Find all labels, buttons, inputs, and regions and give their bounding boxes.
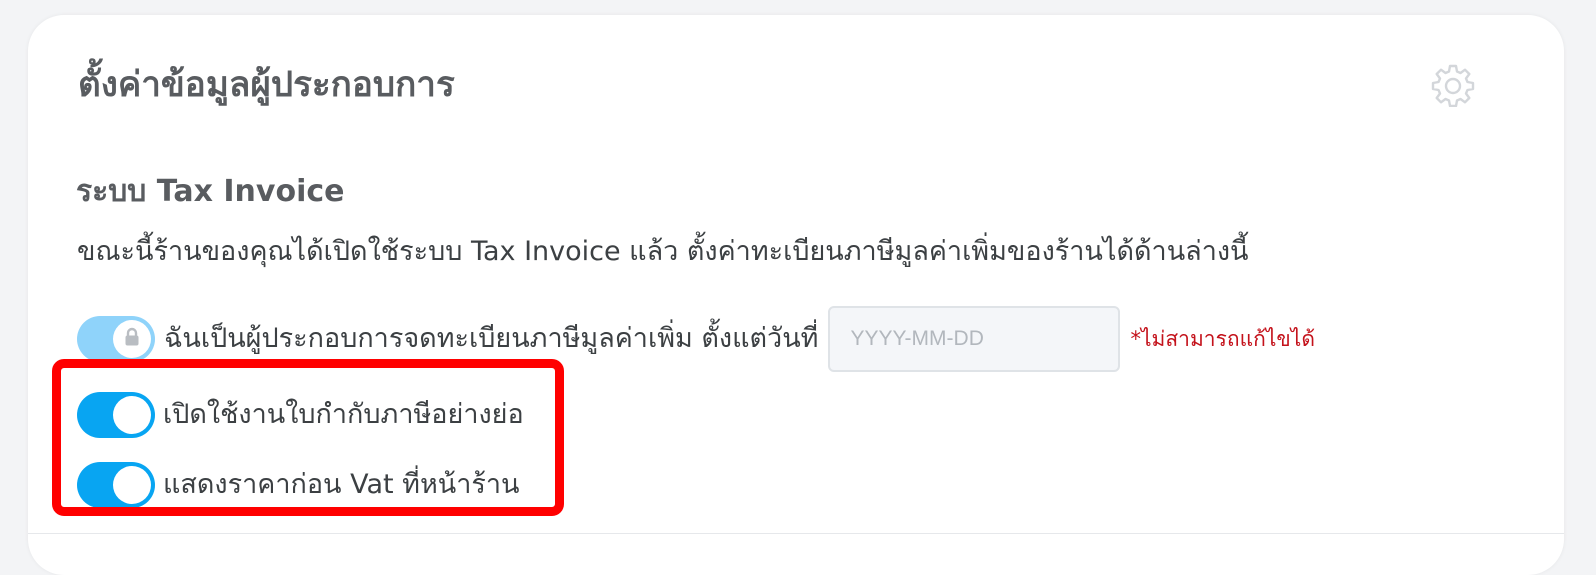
price-before-vat-row: แสดงราคาก่อน Vat ที่หน้าร้าน — [77, 458, 520, 512]
abbreviated-invoice-row: เปิดใช้งานใบกำกับภาษีอย่างย่อ — [77, 388, 524, 442]
not-editable-note: *ไม่สามารถแก้ไขได้ — [1130, 327, 1315, 351]
toggle-knob — [113, 320, 151, 358]
divider — [28, 533, 1564, 534]
business-settings-card: ตั้งค่าข้อมูลผู้ประกอบการ ระบบ Tax Invoi… — [28, 15, 1564, 575]
price-before-vat-label: แสดงราคาก่อน Vat ที่หน้าร้าน — [163, 469, 520, 500]
tax-invoice-description: ขณะนี้ร้านของคุณได้เปิดใช้ระบบ Tax Invoi… — [77, 236, 1249, 267]
abbreviated-invoice-toggle[interactable] — [77, 392, 155, 438]
price-before-vat-toggle[interactable] — [77, 462, 155, 508]
gear-icon[interactable] — [1431, 63, 1475, 108]
tax-invoice-section-title: ระบบ Tax Invoice — [76, 174, 345, 209]
vat-registered-toggle — [77, 316, 155, 362]
lock-icon — [124, 327, 140, 351]
toggle-knob — [113, 466, 151, 504]
vat-registration-date-input[interactable] — [828, 306, 1121, 372]
abbreviated-invoice-label: เปิดใช้งานใบกำกับภาษีอย่างย่อ — [163, 399, 524, 430]
vat-registered-label: ฉันเป็นผู้ประกอบการจดทะเบียนภาษีมูลค่าเพ… — [164, 323, 819, 354]
vat-registered-row: ฉันเป็นผู้ประกอบการจดทะเบียนภาษีมูลค่าเพ… — [77, 305, 1315, 373]
card-title: ตั้งค่าข้อมูลผู้ประกอบการ — [78, 65, 455, 105]
toggle-knob — [113, 396, 151, 434]
